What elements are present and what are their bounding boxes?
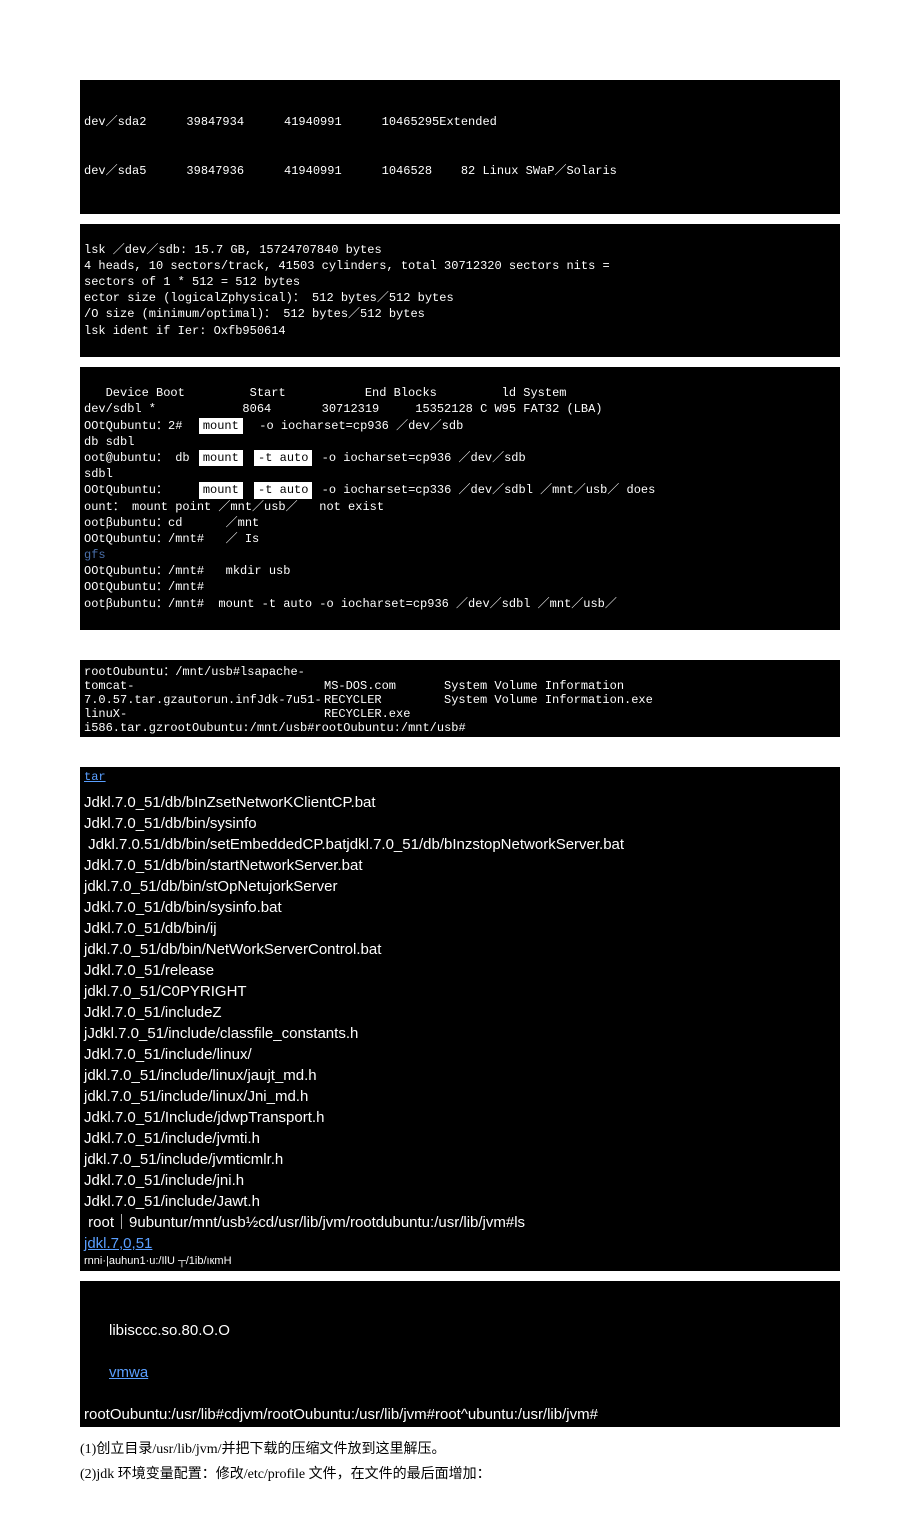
tar-line: Jdkl.7.0_51/db/bInZsetNetworKClientCP.ba… <box>84 792 836 813</box>
disk-line: lsk ／dev／sdb: 15.7 GB, 15724707840 bytes <box>84 243 382 257</box>
lib-block: libisccc.so.80.O.O vmwa rootOubuntu:/usr… <box>80 1281 840 1427</box>
tar-line: jdkl.7.0_51/db/bin/NetWorkServerControl.… <box>84 939 836 960</box>
instruction-line-1: (1)创立目录/usr/lib/jvm/并把下载的压缩文件放到这里解压。 <box>80 1437 840 1462</box>
mount-cmd: mount <box>199 482 243 498</box>
tar-line: Jdkl.7.0_51/include/jni.h <box>84 1170 836 1191</box>
tar-line: Jdkl.7.0_51/db/bin/ij <box>84 918 836 939</box>
jdk-dir: jdkl.7,0,51 <box>84 1233 836 1254</box>
ls-item: RECYCLER <box>324 693 444 707</box>
gfs-entry: gfs <box>84 548 106 562</box>
end-col: 41940991 <box>284 163 342 179</box>
tar-line: jJdkl.7.0_51/include/classfile_constants… <box>84 1023 836 1044</box>
mount-line: ount： mount point ／mnt／usb／ not exist <box>84 500 384 514</box>
lib-line: libisccc.so.80.O.O vmwa <box>84 1299 836 1404</box>
tar-line: Jdkl.7.0_51/db/bin/sysinfo.bat <box>84 897 836 918</box>
tar-line: jdkl.7.0_51/db/bin/stOpNetujorkServer <box>84 876 836 897</box>
disk-line: sectors of 1 * 512 = 512 bytes <box>84 275 300 289</box>
disk-line: /O size (minimum/optimal)： 512 bytes／512… <box>84 307 425 321</box>
ls-final-prompt: i586.tar.gzrootOubuntu:/mnt/usb#rootOubu… <box>84 721 836 735</box>
mount-opt: -t auto <box>254 450 312 466</box>
dev-col: dev／sda5 <box>84 163 146 179</box>
tar-line: jdkl.7.0_51/C0PYRIGHT <box>84 981 836 1002</box>
device-row: sdbl <box>84 467 113 481</box>
ls-item: 7.0.57.tar.gzautorun.infJdk-7u51- <box>84 693 324 707</box>
disk-line: lsk ident if Ier: Oxfb950614 <box>84 324 286 338</box>
tar-line: Jdkl.7.0_51/include/jvmti.h <box>84 1128 836 1149</box>
tar-line: Jdkl.7.0_51/release <box>84 960 836 981</box>
tar-line: jdkl.7.0_51/include/jvmticmlr.h <box>84 1149 836 1170</box>
start-col: 39847936 <box>186 163 244 179</box>
mount-line: oot@ubuntu： db mount -t auto -o iocharse… <box>84 451 526 465</box>
tar-line: Jdkl.7.0.51/db/bin/setEmbeddedCP.batjdkl… <box>84 834 836 855</box>
blocks-col: 1046528 82 Linux SWaP／Solaris <box>382 163 617 179</box>
tar-line: Jdkl.7.0_51/include/linux/ <box>84 1044 836 1065</box>
mount-final: ootβubuntu：/mnt# mount -t auto -o iochar… <box>84 597 617 611</box>
dev-col: dev／sda2 <box>84 114 146 130</box>
instruction-line-2: (2)jdk 环境变量配置：修改/etc/profile 文件，在文件的最后面增… <box>80 1462 840 1487</box>
tar-line: jdkl.7.0_51/include/linux/jaujt_md.h <box>84 1065 836 1086</box>
partition-table: dev／sda2 39847934 41940991 10465295Exten… <box>80 80 840 214</box>
tar-line: jdkl.7.0_51/include/linux/Jni_md.h <box>84 1086 836 1107</box>
tar-listing-block: tar Jdkl.7.0_51/db/bInZsetNetworKClientC… <box>80 767 840 1271</box>
cd-line: ootβubuntu：cd ／mnt <box>84 516 259 530</box>
ls-line: OOtQubuntu：/mnt# ／ Is <box>84 532 259 546</box>
instruction-text: (1)创立目录/usr/lib/jvm/并把下载的压缩文件放到这里解压。 (2)… <box>80 1437 840 1487</box>
disk-info-block: lsk ／dev／sdb: 15.7 GB, 15724707840 bytes… <box>80 224 840 358</box>
mount-cmd: mount <box>199 450 243 466</box>
final-prompt: rootOubuntu:/usr/lib#cdjvm/rootOubuntu:/… <box>84 1404 836 1425</box>
tar-line: Jdkl.7.0_51/db/bin/startNetworkServer.ba… <box>84 855 836 876</box>
ls-item: tomcat- <box>84 679 324 693</box>
table-row: dev／sda5 39847936 41940991 1046528 82 Li… <box>84 163 836 179</box>
mount-line: OOtQubuntu： mount -t auto -o iocharset=c… <box>84 483 655 497</box>
mount-line: OOtQubuntu：2# mount -o iocharset=cp936 ／… <box>84 419 463 433</box>
ls-item: System Volume Information <box>444 679 653 693</box>
tar-header: tar <box>84 769 836 786</box>
end-col: 41940991 <box>284 114 342 130</box>
disk-line: ector size (logicalZphysical)： 512 bytes… <box>84 291 454 305</box>
disk-line: 4 heads, 10 sectors/track, 41503 cylinde… <box>84 259 610 273</box>
table-row: dev／sda2 39847934 41940991 10465295Exten… <box>84 114 836 130</box>
vmwa-link: vmwa <box>109 1364 148 1381</box>
tar-line: Jdkl.7.0_51/include/Jawt.h <box>84 1191 836 1212</box>
tar-line: Jdkl.7.0_51/includeZ <box>84 1002 836 1023</box>
mount-opt: -t auto <box>254 482 312 498</box>
ls-item: System Volume Information.exe <box>444 693 653 707</box>
cd-ls-prompt: root｜9ubuntur/mnt/usb½cd/usr/lib/jvm/roo… <box>84 1212 836 1233</box>
mkdir-line: OOtQubuntu：/mnt# mkdir usb <box>84 564 290 578</box>
ls-prompt: rootOubuntu：/mnt/usb#lsapache- <box>84 662 836 679</box>
tar-line: Jdkl.7.0_51/Include/jdwpTransport.h <box>84 1107 836 1128</box>
ls-output-block: rootOubuntu：/mnt/usb#lsapache- tomcat- 7… <box>80 660 840 737</box>
device-row: db sdbl <box>84 435 134 449</box>
start-col: 39847934 <box>186 114 244 130</box>
device-mount-block: Device Boot Start End Blocks ld System d… <box>80 367 840 630</box>
tar-line: Jdkl.7.0_51/db/bin/sysinfo <box>84 813 836 834</box>
device-header: Device Boot Start End Blocks ld System <box>84 386 566 400</box>
ls-item: MS-DOS.com <box>324 679 444 693</box>
mount-cmd: mount <box>199 418 243 434</box>
blocks-col: 10465295Extended <box>382 114 497 130</box>
device-row: dev/sdbl * 8064 30712319 15352128 C W95 … <box>84 402 602 416</box>
ls-item: RECYCLER.exe <box>324 707 444 721</box>
prompt-line: OOtQubuntu：/mnt# <box>84 580 204 594</box>
rnni-line: rnni·|auhun1·u:/IlU ┬/1ib/ıкmH <box>84 1254 836 1269</box>
ls-item: linuX- <box>84 707 324 721</box>
